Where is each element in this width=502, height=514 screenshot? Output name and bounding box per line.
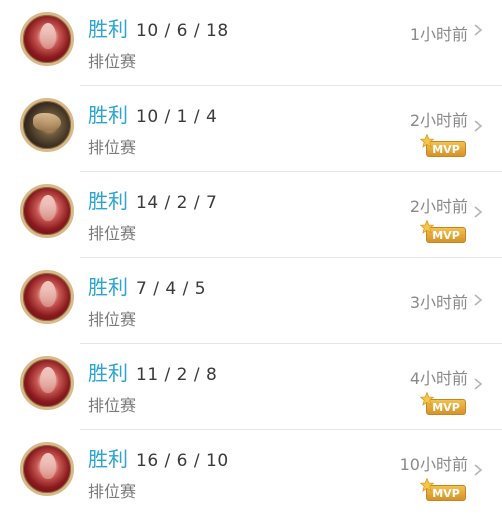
game-mode: 排位赛 [88,396,137,415]
star-icon [419,219,435,234]
match-time: 4小时前 [409,369,468,388]
match-result: 胜利 [88,189,128,213]
chevron-right-icon [472,205,484,219]
game-mode: 排位赛 [88,482,137,501]
star-icon [419,477,435,492]
champion-avatar [20,270,74,324]
kda-score: 16 / 6 / 10 [136,451,229,471]
match-result: 胜利 [88,361,128,385]
game-mode: 排位赛 [88,224,137,243]
match-time: 2小时前 [409,111,468,130]
match-row[interactable]: 胜利 16 / 6 / 10 排位赛 10小时前 MVP [0,430,502,514]
match-time: 3小时前 [409,293,468,312]
champion-avatar [20,442,74,496]
champion-avatar [20,184,74,238]
match-title: 胜利 11 / 2 / 8 [88,357,217,385]
kda-score: 14 / 2 / 7 [136,193,218,213]
champion-avatar [20,98,74,152]
match-time: 1小时前 [409,25,468,44]
chevron-right-icon [472,463,484,477]
match-result: 胜利 [88,447,128,471]
match-row[interactable]: 胜利 14 / 2 / 7 排位赛 2小时前 MVP [0,172,502,258]
chevron-right-icon [472,119,484,133]
mvp-badge: MVP [419,477,466,501]
kda-score: 11 / 2 / 8 [136,365,218,385]
match-time: 2小时前 [409,197,468,216]
kda-score: 10 / 1 / 4 [136,107,218,127]
game-mode: 排位赛 [88,52,137,71]
match-title: 胜利 14 / 2 / 7 [88,185,217,213]
match-result: 胜利 [88,17,128,41]
star-icon [419,391,435,406]
match-title: 胜利 10 / 1 / 4 [88,99,217,127]
match-row[interactable]: 胜利 10 / 6 / 18 排位赛 1小时前 [0,0,502,86]
kda-score: 7 / 4 / 5 [136,279,207,299]
match-title: 胜利 10 / 6 / 18 [88,13,229,41]
match-result: 胜利 [88,103,128,127]
champion-avatar [20,12,74,66]
mvp-badge: MVP [419,219,466,243]
chevron-right-icon [472,23,484,37]
mvp-badge: MVP [419,133,466,157]
match-time: 10小时前 [399,455,468,474]
match-row[interactable]: 胜利 7 / 4 / 5 排位赛 3小时前 [0,258,502,344]
match-row[interactable]: 胜利 10 / 1 / 4 排位赛 2小时前 MVP [0,86,502,172]
game-mode: 排位赛 [88,138,137,157]
champion-avatar [20,356,74,410]
match-row[interactable]: 胜利 11 / 2 / 8 排位赛 4小时前 MVP [0,344,502,430]
game-mode: 排位赛 [88,310,137,329]
mvp-badge: MVP [419,391,466,415]
match-title: 胜利 16 / 6 / 10 [88,443,229,471]
star-icon [419,133,435,148]
kda-score: 10 / 6 / 18 [136,21,229,41]
match-title: 胜利 7 / 4 / 5 [88,271,206,299]
match-result: 胜利 [88,275,128,299]
chevron-right-icon [472,293,484,307]
chevron-right-icon [472,377,484,391]
match-history-list: 胜利 10 / 6 / 18 排位赛 1小时前 胜利 10 / 1 / 4 排位… [0,0,502,514]
